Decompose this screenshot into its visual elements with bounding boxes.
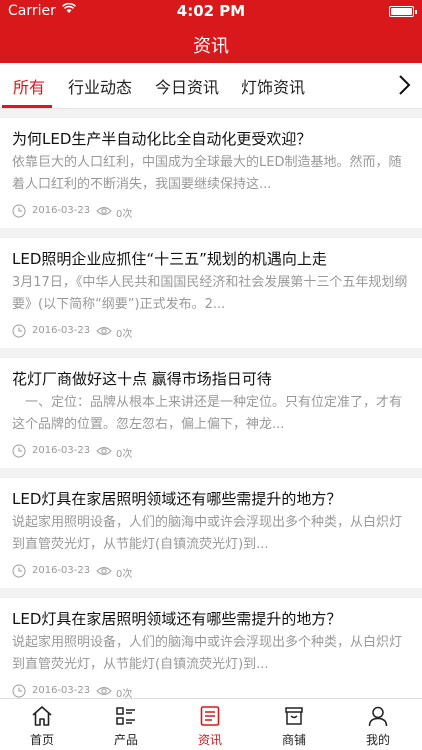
eye-icon — [96, 204, 112, 218]
article-summary: 一、定位：品牌从根本上来讲还是一种定位。只有位定准了，才有这个品牌的位置。忽左忽… — [12, 395, 403, 432]
article-title: 为何LED生产半自动化比全自动化更受欢迎？ — [12, 130, 312, 148]
tab-today-news[interactable]: 今日资讯 — [155, 74, 219, 98]
tab-lighting-news[interactable]: 灯饰资讯 — [241, 74, 305, 98]
clock-icon — [12, 444, 26, 458]
article-item[interactable]: 花灯厂商做好这十点 赢得市场指日可待 一、定位：品牌从根本上来讲还是一种定位。只… — [0, 358, 422, 468]
article-date: 2016-03-23 — [32, 685, 91, 696]
nav-products[interactable]: 产品 — [84, 699, 168, 750]
status-time: 4:02 PM — [176, 2, 246, 20]
eye-icon — [96, 564, 112, 578]
article-item[interactable]: LED灯具在家居照明领域还有哪些需提升的地方？ 说起家用照明设备，人们的脑海中或… — [0, 478, 422, 588]
article-item[interactable]: LED照明企业应抓住“十三五”规划的机遇向上走 3月17日，《中华人民共和国国民… — [0, 238, 422, 348]
user-icon — [367, 705, 389, 727]
product-list-icon — [115, 705, 137, 727]
nav-home[interactable]: 首页 — [0, 699, 84, 750]
tab-all[interactable]: 所有 — [13, 74, 45, 98]
eye-icon — [96, 684, 112, 698]
article-date: 2016-03-23 — [32, 325, 91, 336]
article-title: LED灯具在家居照明领域还有哪些需提升的地方？ — [12, 490, 342, 508]
store-icon — [283, 705, 305, 727]
article-title: 花灯厂商做好这十点 赢得市场指日可待 — [12, 370, 272, 388]
article-views: 0次 — [116, 209, 133, 220]
article-item[interactable]: 为何LED生产半自动化比全自动化更受欢迎？ 依靠巨大的人口红利，中国成为全球最大… — [0, 118, 422, 228]
category-tabs: 所有 行业动态 今日资讯 灯饰资讯 — [0, 63, 422, 109]
article-date: 2016-03-23 — [32, 445, 91, 456]
article-summary: 说起家用照明设备，人们的脑海中或许会浮现出多个种类，从白炽灯到直管荧光灯，从节能… — [12, 515, 403, 552]
page-title: 资讯 — [193, 36, 229, 57]
status-bar: Carrier 4:02 PM — [0, 0, 422, 22]
article-summary: 依靠巨大的人口红利，中国成为全球最大的LED制造基地。然而，随着人口红利的不断消… — [12, 155, 402, 192]
article-item[interactable]: LED灯具在家居照明领域还有哪些需提升的地方？ 说起家用照明设备，人们的脑海中或… — [0, 598, 422, 708]
article-views: 0次 — [116, 569, 133, 580]
clock-icon — [12, 564, 26, 578]
clock-icon — [12, 324, 26, 338]
nav-mine[interactable]: 我的 — [336, 699, 420, 750]
nav-news[interactable]: 资讯 — [168, 699, 252, 750]
nav-store[interactable]: 商铺 — [252, 699, 336, 750]
battery-icon — [389, 6, 417, 17]
article-summary: 说起家用照明设备，人们的脑海中或许会浮现出多个种类，从白炽灯到直管荧光灯，从节能… — [12, 635, 403, 672]
article-title: LED灯具在家居照明领域还有哪些需提升的地方？ — [12, 610, 342, 628]
nav-store-label: 商铺 — [281, 733, 306, 747]
nav-news-label: 资讯 — [197, 733, 222, 747]
tab-industry-news[interactable]: 行业动态 — [68, 74, 132, 98]
nav-home-label: 首页 — [29, 733, 54, 747]
header-bar: Carrier 4:02 PM 资讯 — [0, 0, 422, 63]
article-summary: 3月17日，《中华人民共和国国民经济和社会发展第十三个五年规划纲要》(以下简称“… — [12, 275, 408, 312]
clock-icon — [12, 204, 26, 218]
article-views: 0次 — [116, 329, 133, 340]
home-icon — [31, 705, 53, 727]
eye-icon — [96, 324, 112, 338]
news-icon — [199, 705, 221, 727]
chevron-right-icon[interactable] — [396, 72, 414, 98]
article-title: LED照明企业应抓住“十三五”规划的机遇向上走 — [12, 250, 327, 268]
article-date: 2016-03-23 — [32, 205, 91, 216]
tab-active-indicator — [2, 105, 52, 108]
article-views: 0次 — [116, 449, 133, 460]
nav-products-label: 产品 — [113, 733, 138, 747]
eye-icon — [96, 444, 112, 458]
nav-mine-label: 我的 — [365, 733, 390, 747]
bottom-nav: 首页 产品 资讯 商铺 我的 — [0, 698, 422, 750]
article-date: 2016-03-23 — [32, 565, 91, 576]
clock-icon — [12, 684, 26, 698]
